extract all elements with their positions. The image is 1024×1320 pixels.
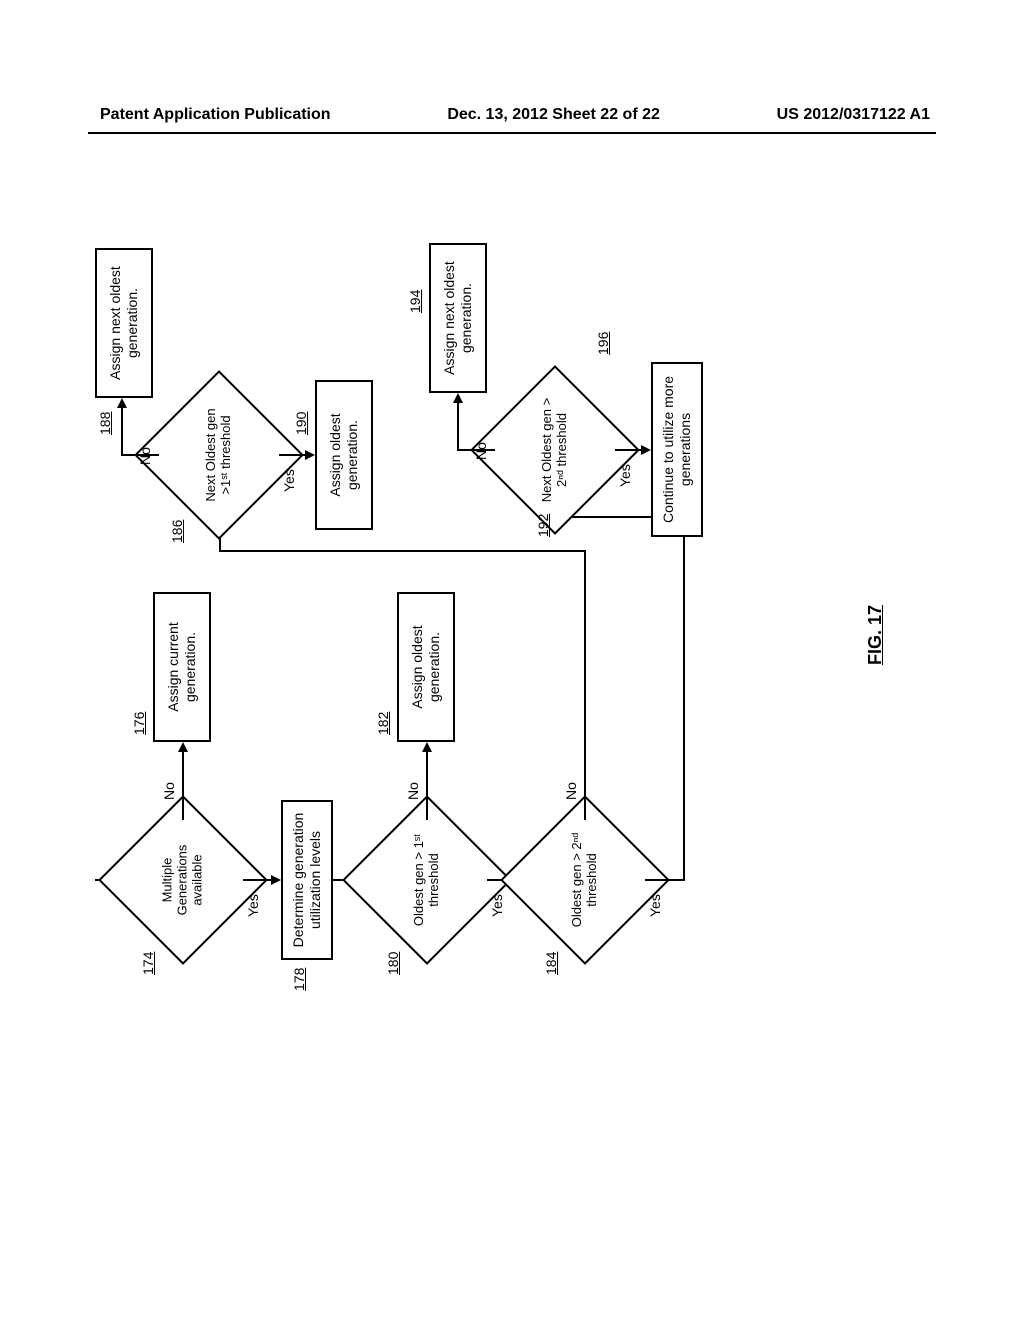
- connector: [457, 401, 459, 451]
- process-text: Assign oldest generation.: [409, 598, 443, 736]
- arrow-head-icon: [641, 445, 651, 455]
- process-text: Assign oldest generation.: [327, 386, 361, 524]
- edge-label-yes: Yes: [489, 894, 505, 917]
- ref-178: 178: [291, 968, 307, 991]
- arrow-head-icon: [422, 742, 432, 752]
- connector: [426, 750, 428, 820]
- edge-label-no: No: [405, 782, 421, 800]
- edge-label-yes: Yes: [617, 464, 633, 487]
- decision-text: Oldest gen > 1ˢᵗ threshold: [412, 825, 442, 935]
- edge-label-no: No: [473, 442, 489, 460]
- edge-label-no: No: [161, 782, 177, 800]
- figure-label: FIG. 17: [865, 605, 886, 665]
- connector: [182, 750, 184, 820]
- header-right: US 2012/0317122 A1: [777, 106, 930, 124]
- process-assign-oldest-190: Assign oldest generation.: [315, 380, 373, 530]
- ref-182: 182: [375, 712, 391, 735]
- decision-multiple-generations: Multiple Generations available: [123, 820, 243, 940]
- header-center: Dec. 13, 2012 Sheet 22 of 22: [447, 106, 660, 124]
- ref-184: 184: [543, 952, 559, 975]
- decision-next-oldest-1st: Next Oldest gen >1ˢᵗ threshold: [159, 395, 279, 515]
- process-determine-utilization: Determine generation utilization levels: [281, 800, 333, 960]
- decision-text: Multiple Generations available: [161, 825, 206, 935]
- process-assign-current-gen: Assign current generation.: [153, 592, 211, 742]
- decision-oldest-2nd: Oldest gen > 2ⁿᵈ threshold: [525, 820, 645, 940]
- connector: [584, 550, 586, 820]
- decision-text: Next Oldest gen > 2ⁿᵈ threshold: [540, 395, 570, 505]
- header-left: Patent Application Publication: [100, 106, 331, 124]
- decision-oldest-1st: Oldest gen > 1ˢᵗ threshold: [367, 820, 487, 940]
- arrow-head-icon: [271, 875, 281, 885]
- process-text: Assign next oldest generation.: [441, 249, 475, 387]
- process-assign-next-oldest-188: Assign next oldest generation.: [95, 248, 153, 398]
- edge-label-yes: Yes: [281, 469, 297, 492]
- connector: [121, 406, 123, 456]
- ref-190: 190: [293, 412, 309, 435]
- page-header: Patent Application Publication Dec. 13, …: [0, 0, 1024, 124]
- process-assign-next-oldest-194: Assign next oldest generation.: [429, 243, 487, 393]
- process-text: Continue to utilize more generations: [660, 368, 694, 531]
- ref-176: 176: [131, 712, 147, 735]
- edge-label-yes: Yes: [245, 894, 261, 917]
- connector: [615, 449, 643, 451]
- ref-194: 194: [407, 290, 423, 313]
- flowchart-fig-17: Multiple Generations available 174 No As…: [95, 245, 935, 1035]
- ref-174: 174: [140, 952, 156, 975]
- process-assign-oldest-182: Assign oldest generation.: [397, 592, 455, 742]
- edge-label-no: No: [137, 447, 153, 465]
- connector: [243, 879, 273, 881]
- process-continue-utilize: Continue to utilize more generations: [651, 362, 703, 537]
- connector: [219, 550, 586, 552]
- header-rule: [88, 132, 936, 134]
- process-text: Determine generation utilization levels: [290, 806, 324, 954]
- arrow-head-icon: [305, 450, 315, 460]
- arrow-head-icon: [117, 398, 127, 408]
- connector: [279, 454, 307, 456]
- ref-192: 192: [535, 514, 551, 537]
- connector: [457, 449, 495, 451]
- arrow-head-icon: [178, 742, 188, 752]
- decision-text: Next Oldest gen >1ˢᵗ threshold: [204, 400, 234, 510]
- ref-180: 180: [385, 952, 401, 975]
- arrow-head-icon: [453, 393, 463, 403]
- decision-text: Oldest gen > 2ⁿᵈ threshold: [570, 825, 600, 935]
- decision-next-oldest-2nd: Next Oldest gen > 2ⁿᵈ threshold: [495, 390, 615, 510]
- ref-186: 186: [169, 520, 185, 543]
- edge-label-yes: Yes: [647, 894, 663, 917]
- edge-label-no: No: [563, 782, 579, 800]
- process-text: Assign current generation.: [165, 598, 199, 736]
- ref-188: 188: [97, 412, 113, 435]
- connector: [645, 879, 685, 881]
- process-text: Assign next oldest generation.: [107, 254, 141, 392]
- connector: [683, 516, 685, 881]
- ref-196: 196: [595, 332, 611, 355]
- connector: [121, 454, 159, 456]
